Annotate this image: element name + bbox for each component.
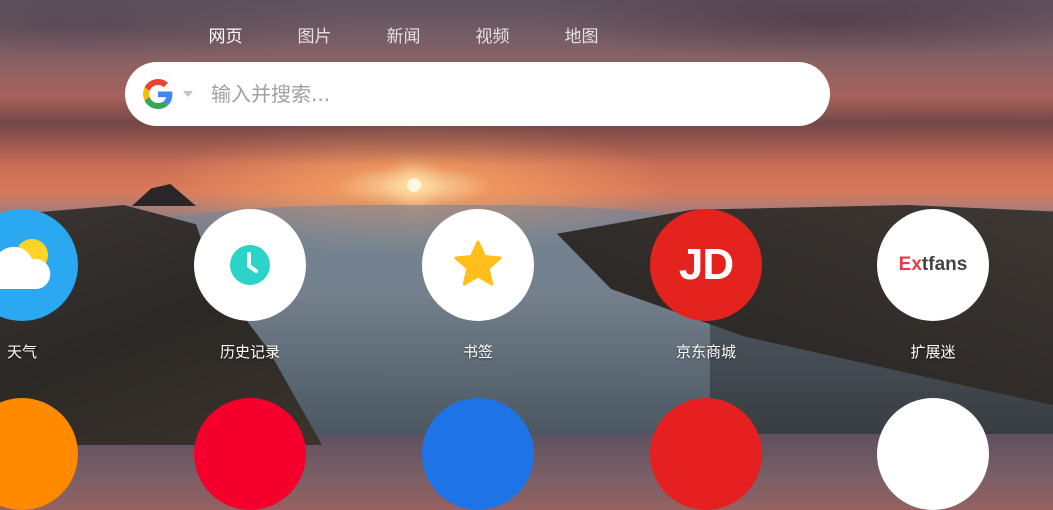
extfans-logo: Extfans <box>877 209 989 321</box>
clock-icon <box>230 245 270 285</box>
shortcut-extfans[interactable]: Extfans 扩展迷 <box>877 209 989 362</box>
shortcut-weather[interactable]: 天气 <box>0 209 78 362</box>
extfans-logo-accent: Ex <box>898 254 922 275</box>
search-input[interactable] <box>209 81 773 107</box>
shortcut-bookmarks[interactable]: 书签 <box>422 209 534 362</box>
shortcut-row2-1[interactable] <box>0 398 78 510</box>
background-sun <box>407 178 421 192</box>
tab-videos[interactable]: 视频 <box>448 22 537 47</box>
jd-logo: JD <box>650 209 762 321</box>
shortcut-label: 历史记录 <box>219 343 280 361</box>
tab-maps[interactable]: 地图 <box>537 22 626 47</box>
shortcut-row2-4[interactable] <box>650 398 762 510</box>
shortcut-label: 扩展迷 <box>910 343 956 361</box>
shortcut-jd[interactable]: JD 京东商城 <box>650 209 762 362</box>
google-g-icon[interactable] <box>143 79 173 109</box>
background-headland <box>132 184 196 206</box>
shortcut-row2-2[interactable] <box>194 398 306 510</box>
shortcut-row2-3[interactable] <box>422 398 534 510</box>
extfans-logo-rest: tfans <box>921 254 968 275</box>
tab-news[interactable]: 新闻 <box>359 22 448 47</box>
shortcut-row2-5[interactable] <box>877 398 989 510</box>
shortcut-label: 书签 <box>462 343 493 361</box>
history-tile-circle <box>194 209 306 321</box>
search-bar <box>125 62 830 126</box>
tab-web[interactable]: 网页 <box>181 22 270 47</box>
search-category-tabs: 网页 图片 新闻 视频 地图 <box>181 22 626 47</box>
bookmarks-tile-circle <box>422 209 534 321</box>
jd-logo-text: JD <box>678 240 734 289</box>
shortcut-label: 京东商城 <box>675 343 736 361</box>
tab-images[interactable]: 图片 <box>270 22 359 47</box>
engine-dropdown-caret-icon[interactable] <box>183 91 193 97</box>
extfans-logo-text: Extfans <box>899 254 968 276</box>
shortcut-label: 天气 <box>6 343 37 361</box>
weather-cloud-sun-icon <box>0 209 78 321</box>
star-icon <box>454 240 502 286</box>
shortcut-history[interactable]: 历史记录 <box>194 209 306 362</box>
